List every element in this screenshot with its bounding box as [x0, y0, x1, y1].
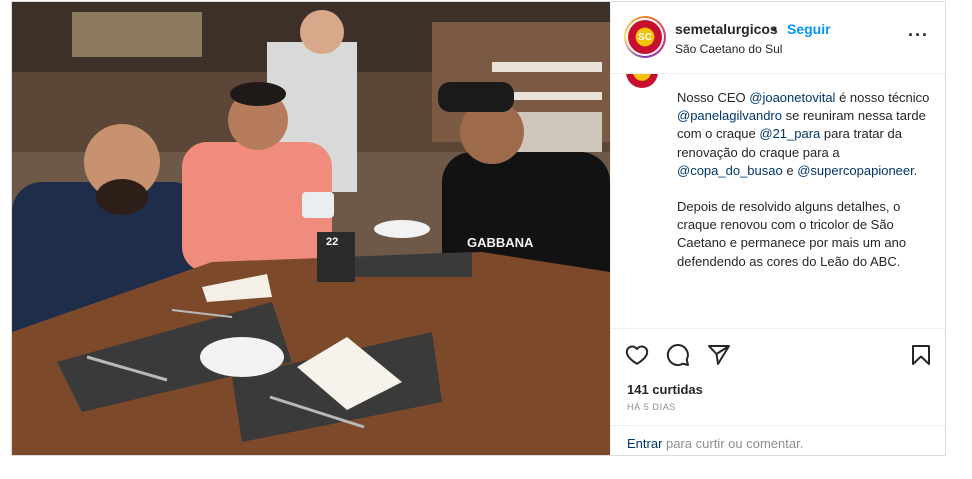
table-number: 22 [326, 236, 338, 248]
mention-link[interactable]: @panelagilvandro [677, 108, 782, 123]
login-link[interactable]: Entrar [627, 436, 662, 451]
profile-avatar[interactable]: SC [628, 20, 662, 54]
post-actions [611, 328, 945, 380]
caption-text: Nosso CEO [677, 90, 750, 105]
caption-avatar[interactable] [626, 74, 658, 88]
caption-paragraph-2: Depois de resolvido alguns detalhes, o c… [677, 199, 907, 269]
bookmark-icon[interactable] [909, 343, 933, 367]
caption-paragraph-1: Nosso CEO @joaonetovital é nosso técnico… [677, 89, 933, 180]
mention-link[interactable]: @supercopapioneer [797, 163, 914, 178]
post-photo[interactable]: GABBANA 22 [12, 2, 610, 455]
caption-text: e [782, 162, 798, 178]
mention-link[interactable]: @joaonetovital [749, 90, 835, 105]
profile-username[interactable]: semetalurgicos [675, 21, 778, 37]
mention-link[interactable]: @21_para [759, 126, 820, 141]
comment-prompt-text: para curtir ou comentar. [662, 436, 804, 451]
likes-count[interactable]: 141 curtidas [627, 382, 703, 397]
caption-area: Nosso CEO @joaonetovital é nosso técnico… [611, 74, 945, 328]
shirt-print: GABBANA [467, 235, 534, 250]
caption-text: . [913, 162, 918, 178]
instagram-post: GABBANA 22 SC semetalurgicos • Seguir Sã… [11, 1, 946, 456]
comment-login-bar: Entrar para curtir ou comentar. [611, 425, 945, 455]
caption-text: é nosso técnico [835, 90, 930, 105]
comment-icon[interactable] [666, 343, 690, 367]
separator-dot: • [772, 21, 777, 37]
post-side-panel: SC semetalurgicos • Seguir São Caetano d… [610, 2, 945, 455]
post-timestamp[interactable]: HÁ 5 DIAS [627, 402, 676, 412]
post-header: SC semetalurgicos • Seguir São Caetano d… [611, 2, 945, 74]
more-options-icon[interactable]: ··· [908, 26, 929, 44]
post-caption: Nosso CEO @joaonetovital é nosso técnico… [677, 89, 933, 289]
profile-avatar-ring[interactable]: SC [624, 16, 666, 58]
post-location[interactable]: São Caetano do Sul [675, 42, 782, 56]
heart-icon[interactable] [625, 343, 649, 367]
follow-button[interactable]: Seguir [787, 21, 831, 37]
mention-link[interactable]: @copa_do_busao [677, 163, 783, 178]
send-icon[interactable] [707, 343, 731, 367]
restaurant-photo: GABBANA 22 [12, 2, 610, 455]
